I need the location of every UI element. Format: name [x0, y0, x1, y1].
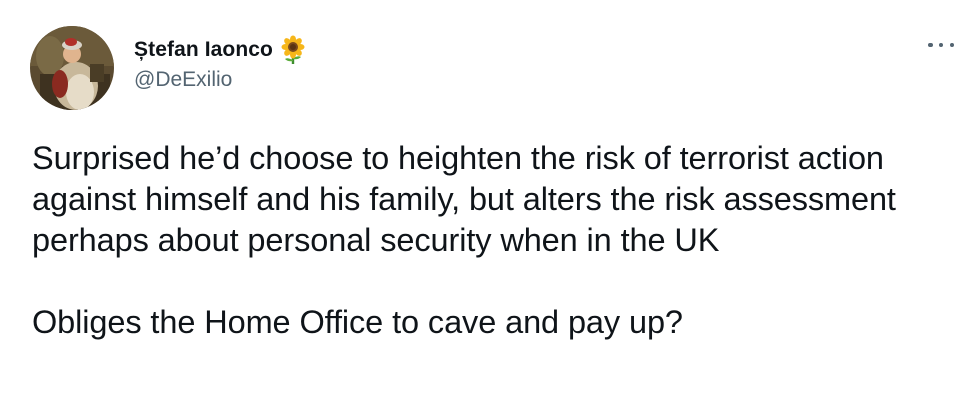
- avatar-painting-icon: [30, 26, 114, 110]
- tweet-paragraph-2: Obliges the Home Office to cave and pay …: [32, 304, 683, 340]
- more-dot: [949, 42, 954, 48]
- tweet-text: Surprised he’d choose to heighten the ri…: [32, 138, 962, 343]
- avatar[interactable]: [30, 26, 114, 110]
- tweet-paragraph-1: Surprised he’d choose to heighten the ri…: [32, 140, 896, 258]
- more-dot: [928, 42, 933, 48]
- more-dot: [938, 42, 944, 48]
- sunflower-icon: [279, 35, 307, 65]
- author-block: Ștefan Iaonco @DeExilio: [134, 35, 307, 92]
- name-row: Ștefan Iaonco: [134, 35, 307, 65]
- display-name[interactable]: Ștefan Iaonco: [134, 38, 273, 62]
- more-options-icon[interactable]: [928, 38, 954, 52]
- user-handle[interactable]: @DeExilio: [134, 68, 307, 92]
- tweet-card: Ștefan Iaonco @DeExilio Surprised he’d c…: [0, 0, 980, 417]
